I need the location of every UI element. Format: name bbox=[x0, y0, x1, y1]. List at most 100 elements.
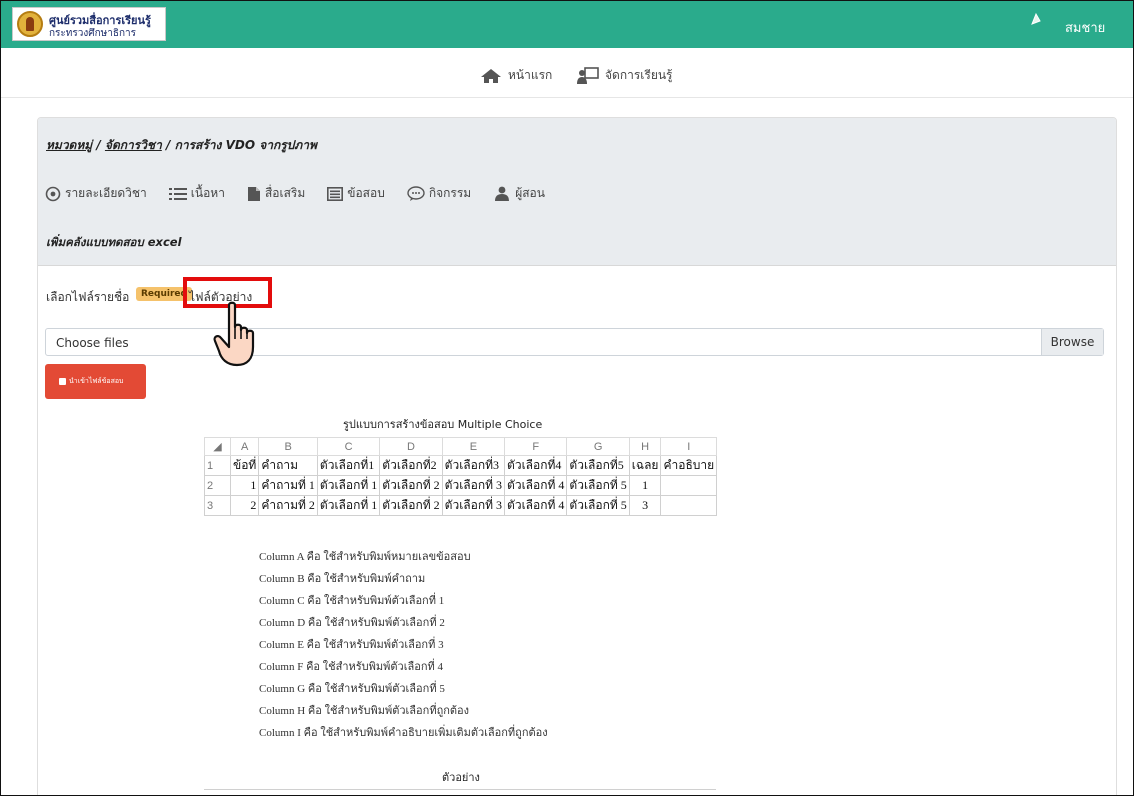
breadcrumb: หมวดหมู่ / จัดการวิชา / การสร้าง VDO จาก… bbox=[46, 136, 317, 155]
main-nav: หน้าแรก จัดการเรียนรู้ bbox=[1, 48, 1133, 98]
sheet-cell: ตัวเลือกที่ 4 bbox=[504, 495, 568, 516]
nav-manage-learning[interactable]: จัดการเรียนรู้ bbox=[577, 66, 673, 85]
sheet-cell: ตัวเลือกที่ 1 bbox=[316, 475, 381, 496]
menu-label: รายละเอียดวิชา bbox=[65, 186, 147, 200]
import-exam-button[interactable]: นำเข้าไฟล์ข้อสอบ bbox=[45, 364, 146, 399]
sheet-cell: ตัวเลือกที่4 bbox=[504, 455, 568, 476]
sheet-cell: ตัวเลือกที่3 bbox=[441, 455, 506, 476]
row-number: 3 bbox=[204, 495, 231, 516]
browse-button[interactable]: Browse bbox=[1041, 329, 1103, 355]
card-header: หมวดหมู่ / จัดการวิชา / การสร้าง VDO จาก… bbox=[38, 118, 1116, 266]
site-logo[interactable]: ศูนย์รวมสื่อการเรียนรู้ กระทรวงศึกษาธิกา… bbox=[12, 7, 166, 41]
sheet-cell: คำอธิบาย bbox=[660, 455, 718, 476]
row-number: 1 bbox=[204, 455, 231, 476]
sheet-corner: ◢ bbox=[204, 437, 231, 456]
sheet-cell: 1 bbox=[229, 475, 260, 496]
sheet-cell: 3 bbox=[628, 495, 662, 516]
menu-content[interactable]: เนื้อหา bbox=[168, 184, 225, 203]
breadcrumb-category[interactable]: หมวดหมู่ bbox=[46, 138, 92, 152]
menu-activity[interactable]: กิจกรรม bbox=[407, 184, 471, 203]
menu-label: สื่อเสริม bbox=[264, 186, 306, 200]
example-title: รูปแบบการสร้างข้อสอบ Multiple Choice bbox=[343, 418, 543, 431]
sheet-cell bbox=[660, 495, 718, 516]
file-input-placeholder: Choose files bbox=[56, 336, 129, 350]
col-letter: C bbox=[316, 437, 381, 456]
sheet-cell bbox=[660, 475, 718, 496]
menu-exam[interactable]: ข้อสอบ bbox=[327, 184, 385, 203]
page-frame: ศูนย์รวมสื่อการเรียนรู้ กระทรวงศึกษาธิกา… bbox=[0, 0, 1134, 796]
section-title: เพิ่มคลังแบบทดสอบ excel bbox=[46, 235, 182, 249]
breadcrumb-manage-subject[interactable]: จัดการวิชา bbox=[105, 138, 162, 152]
nav-home-label: หน้าแรก bbox=[508, 68, 553, 82]
teacher-board-icon bbox=[577, 66, 599, 84]
user-name[interactable]: สมชาย bbox=[1065, 17, 1105, 38]
list-item: Column C คือ ใช้สำหรับพิมพ์ตัวเลือกที่ 1 bbox=[259, 595, 445, 607]
sheet-cell: ตัวเลือกที่ 1 bbox=[316, 495, 381, 516]
menu-label: กิจกรรม bbox=[428, 186, 472, 200]
menu-course-details[interactable]: รายละเอียดวิชา bbox=[45, 184, 147, 203]
user-avatar-icon[interactable] bbox=[1029, 12, 1043, 26]
col-letter: F bbox=[504, 437, 568, 456]
list-icon bbox=[168, 187, 187, 200]
menu-label: ผู้สอน bbox=[515, 186, 545, 200]
sheet-cell: ตัวเลือกที่ 3 bbox=[441, 475, 506, 496]
logo-subtitle: กระทรวงศึกษาธิการ bbox=[49, 28, 137, 39]
list-item: Column D คือ ใช้สำหรับพิมพ์ตัวเลือกที่ 2 bbox=[259, 617, 445, 629]
sheet-cell: ตัวเลือกที่5 bbox=[566, 455, 630, 476]
file-icon bbox=[247, 186, 260, 201]
list-item: Column E คือ ใช้สำหรับพิมพ์ตัวเลือกที่ 3 bbox=[259, 639, 444, 651]
course-menu: รายละเอียดวิชา เนื้อหา สื่อเสริม ข้อสอบ … bbox=[45, 184, 567, 203]
file-field-label: เลือกไฟล์รายชื่อ bbox=[46, 290, 130, 304]
sheet-cell: 1 bbox=[628, 475, 662, 496]
gear-icon bbox=[45, 186, 61, 201]
sheet-cell: คำถามที่ 2 bbox=[258, 495, 318, 516]
table-icon bbox=[327, 186, 344, 201]
sample-sheet-edge bbox=[204, 789, 716, 795]
example-sheet: ◢ A B C D E F G H I 1 ข้อที่ คำถาม ตัวเล… bbox=[204, 437, 718, 516]
list-item: Column F คือ ใช้สำหรับพิมพ์ตัวเลือกที่ 4 bbox=[259, 661, 443, 673]
sheet-cell: ตัวเลือกที่ 5 bbox=[566, 475, 630, 496]
col-letter: B bbox=[258, 437, 318, 456]
col-letter: I bbox=[660, 437, 718, 456]
menu-instructor[interactable]: ผู้สอน bbox=[493, 184, 545, 203]
sheet-cell: ตัวเลือกที่ 2 bbox=[379, 475, 443, 496]
col-letter: G bbox=[566, 437, 630, 456]
col-letter: D bbox=[379, 437, 443, 456]
sheet-column-header-row: ◢ A B C D E F G H I bbox=[204, 437, 718, 456]
breadcrumb-separator: / bbox=[161, 138, 175, 152]
sheet-cell: 2 bbox=[229, 495, 260, 516]
sheet-cell: ตัวเลือกที่ 5 bbox=[566, 495, 630, 516]
emblem-icon bbox=[17, 11, 43, 37]
sample-heading: ตัวอย่าง bbox=[442, 771, 480, 784]
list-item: Column I คือ ใช้สำหรับพิมพ์คำอธิบายเพิ่ม… bbox=[259, 727, 548, 739]
list-item: Column G คือ ใช้สำหรับพิมพ์ตัวเลือกที่ 5 bbox=[259, 683, 445, 695]
column-description-list: Column A คือ ใช้สำหรับพิมพ์หมายเลขข้อสอบ… bbox=[259, 547, 548, 745]
users-icon bbox=[495, 186, 510, 201]
menu-label: ข้อสอบ bbox=[347, 186, 385, 200]
sheet-cell: ข้อที่ bbox=[229, 455, 260, 476]
sheet-cell: ตัวเลือกที่1 bbox=[316, 455, 381, 476]
top-bar: ศูนย์รวมสื่อการเรียนรู้ กระทรวงศึกษาธิกา… bbox=[1, 1, 1133, 48]
sheet-cell: เฉลย bbox=[628, 455, 662, 476]
sheet-cell: ตัวเลือกที่ 3 bbox=[441, 495, 506, 516]
chat-icon bbox=[407, 185, 425, 201]
col-letter: E bbox=[441, 437, 506, 456]
sheet-cell: คำถาม bbox=[258, 455, 318, 476]
sheet-cell: ตัวเลือกที่2 bbox=[379, 455, 443, 476]
table-row: 2 1 คำถามที่ 1 ตัวเลือกที่ 1 ตัวเลือกที่… bbox=[204, 475, 718, 496]
sheet-cell: คำถามที่ 1 bbox=[258, 475, 318, 496]
file-input[interactable]: Choose files Browse bbox=[45, 328, 1104, 356]
list-item: Column B คือ ใช้สำหรับพิมพ์คำถาม bbox=[259, 573, 426, 585]
home-icon bbox=[481, 68, 501, 83]
col-letter: A bbox=[229, 437, 260, 456]
nav-manage-label: จัดการเรียนรู้ bbox=[605, 68, 673, 82]
nav-home[interactable]: หน้าแรก bbox=[480, 66, 552, 85]
table-row: 1 ข้อที่ คำถาม ตัวเลือกที่1 ตัวเลือกที่2… bbox=[204, 455, 718, 476]
row-number: 2 bbox=[204, 475, 231, 496]
menu-supplementary[interactable]: สื่อเสริม bbox=[247, 184, 305, 203]
menu-label: เนื้อหา bbox=[190, 186, 225, 200]
import-button-label: นำเข้าไฟล์ข้อสอบ bbox=[69, 377, 124, 385]
list-item: Column A คือ ใช้สำหรับพิมพ์หมายเลขข้อสอบ bbox=[259, 551, 471, 563]
sheet-cell: ตัวเลือกที่ 2 bbox=[379, 495, 443, 516]
hand-pointer-icon bbox=[213, 301, 255, 367]
